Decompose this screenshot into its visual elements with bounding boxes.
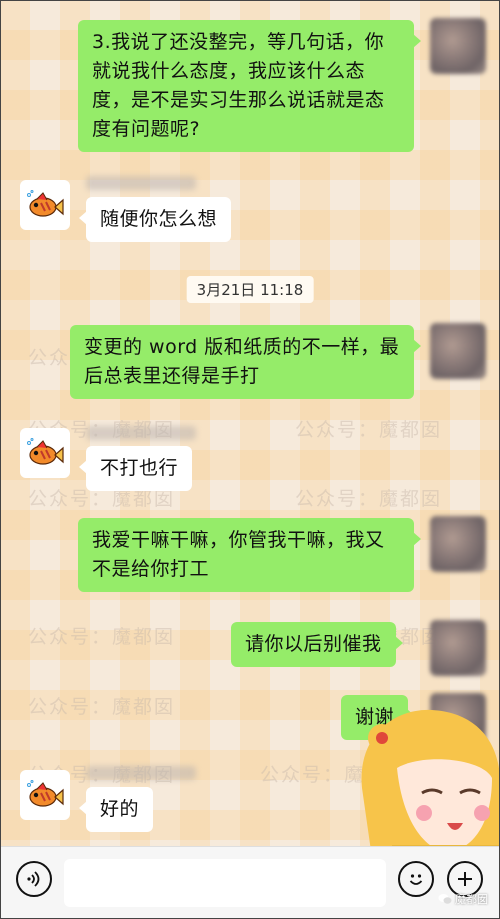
message-timestamp: 3月21日 11:18 [186, 276, 314, 303]
avatar-self[interactable] [430, 516, 486, 572]
avatar-other[interactable] [20, 770, 70, 820]
avatar-self[interactable] [430, 693, 486, 749]
message-bubble-other[interactable]: 随便你怎么想 [78, 197, 232, 242]
avatar-other[interactable] [20, 180, 70, 230]
emoji-icon [409, 874, 423, 885]
watermark: 公众号：魔都囡 [295, 488, 443, 510]
watermark: 公众号：魔都囡 [260, 764, 408, 786]
message-bubble-self[interactable]: 我爱干嘛干嘛，你管我干嘛，我又不是给你打工 [78, 518, 421, 592]
avatar-self[interactable] [430, 620, 486, 676]
account-logo-watermark: 魔都囡 [438, 891, 488, 907]
fish-avatar-icon [27, 780, 64, 807]
watermark: 公众号：魔都囡 [28, 626, 176, 648]
fish-avatar-icon [27, 190, 64, 217]
voice-icon [27, 871, 40, 887]
logo-text: 魔都囡 [455, 893, 488, 906]
chat-input-bar: 魔都囡 [0, 846, 500, 919]
watermark: 公众号：魔都囡 [28, 696, 176, 718]
message-bubble-other[interactable]: 不打也行 [78, 446, 193, 491]
fish-avatar-icon [27, 438, 64, 465]
emoji-button[interactable] [398, 861, 434, 897]
voice-button[interactable] [16, 861, 52, 897]
message-bubble-self[interactable]: 变更的 word 版和纸质的不一样，最后总表里还得是手打 [70, 325, 421, 399]
wechat-logo-icon [438, 894, 452, 904]
avatar-self[interactable] [430, 323, 486, 379]
message-input[interactable] [64, 859, 386, 907]
message-bubble-self[interactable]: 谢谢 [341, 695, 416, 740]
sender-name-blurred [86, 426, 196, 440]
sender-name-blurred [86, 176, 196, 190]
avatar-self[interactable] [430, 18, 486, 74]
watermark: 公众号：魔都囡 [295, 419, 443, 441]
avatar-other[interactable] [20, 428, 70, 478]
message-bubble-other[interactable]: 好的 [78, 787, 154, 832]
message-bubble-self[interactable]: 3.我说了还没整完，等几句话，你就说我什么态度，我应该什么态度，是不是实习生那么… [78, 20, 421, 152]
plus-icon [458, 872, 472, 886]
sender-name-blurred [86, 766, 196, 780]
message-bubble-self[interactable]: 请你以后别催我 [231, 622, 403, 667]
